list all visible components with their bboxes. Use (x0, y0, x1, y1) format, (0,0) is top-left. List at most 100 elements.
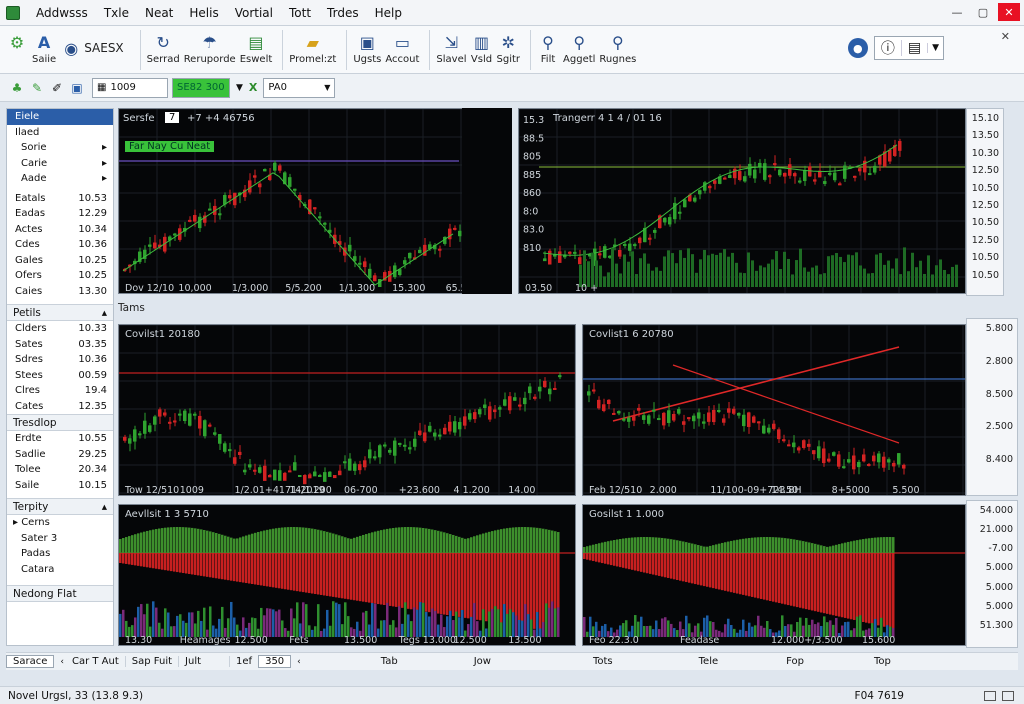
nav-item[interactable]: Carie ▸ (7, 156, 113, 172)
reruporde-button[interactable]: ☂ Reruporde (184, 26, 236, 66)
tab-10[interactable]: Tele (693, 656, 725, 667)
promelzt-button[interactable]: ▰ Promel:zt (289, 26, 336, 66)
candle-body (503, 399, 507, 406)
chevron-down-icon[interactable]: ▼ (927, 43, 943, 53)
box-icon[interactable] (984, 690, 996, 701)
section-footer[interactable]: Nedong Flat (7, 585, 113, 602)
histogram-bar (539, 553, 542, 630)
list-item[interactable]: Sater 3 (7, 531, 113, 547)
list-item[interactable]: Stees 00.59 (7, 368, 113, 384)
pencil-icon[interactable]: ✎ (28, 79, 46, 97)
list-item[interactable]: Actes 10.34 (7, 222, 113, 238)
list-item[interactable]: Padas (7, 546, 113, 562)
nav-item[interactable]: Sorie ▸ (7, 140, 113, 156)
menu-item-5[interactable]: Vortial (227, 6, 281, 20)
section-header[interactable]: Petils ▴ (7, 304, 113, 321)
list-item[interactable]: Eatals 10.53 (7, 191, 113, 207)
section-header[interactable]: Tresdlop (7, 414, 113, 431)
slavel-button[interactable]: ⇲ Slavel (436, 26, 466, 66)
list-item[interactable]: Clres 19.4 (7, 383, 113, 399)
tab-5[interactable]: 1ef (229, 656, 258, 667)
menu-item-4[interactable]: Helis (181, 6, 226, 20)
menu-item-7[interactable]: Trdes (319, 6, 367, 20)
help-circle-icon[interactable]: ● (847, 38, 868, 58)
list-item[interactable]: Catara (7, 562, 113, 578)
menu-item-file[interactable]: Addwsss (28, 6, 96, 20)
saesx-button[interactable]: ◉ SAESX (60, 26, 129, 58)
chart-1-box[interactable]: 7 (165, 112, 180, 123)
minimize-button[interactable]: — (946, 3, 968, 21)
rugnes-button[interactable]: ⚲ Rugnes (599, 26, 636, 66)
save-button[interactable]: A Saiie (32, 26, 56, 66)
close-button[interactable]: ✕ (998, 3, 1020, 21)
maximize-button[interactable]: ▢ (972, 3, 994, 21)
sgitr-button[interactable]: ✲ Sgitr (497, 26, 521, 66)
tab-2[interactable]: Car T Aut (66, 656, 125, 667)
chart-panel-4[interactable]: Feb 12/510 2.000 11/100-09+723.8H 14.50 8+50… (582, 324, 966, 496)
filt-button[interactable]: ⚲ Filt (537, 26, 559, 66)
tab-8[interactable]: Jow (468, 656, 497, 667)
tag-icon[interactable]: ✐ (48, 79, 66, 97)
tab-7[interactable]: Tab (375, 656, 404, 667)
tab-9[interactable]: Tots (587, 656, 619, 667)
list-item[interactable]: Gales 10.25 (7, 253, 113, 269)
nav-item[interactable]: Aade ▸ (7, 171, 113, 187)
menu-item-3[interactable]: Neat (137, 6, 181, 20)
ugsts-button[interactable]: ▣ Ugsts (353, 26, 381, 66)
list-item[interactable]: Sdres 10.36 (7, 352, 113, 368)
list-item[interactable]: Caies 13.30 (7, 284, 113, 300)
aggetl-button[interactable]: ⚲ Aggetl (563, 26, 595, 66)
list-item[interactable]: Cdes 10.36 (7, 237, 113, 253)
menu-item-6[interactable]: Tott (281, 6, 319, 20)
list-item[interactable]: Cates 12.35 (7, 399, 113, 415)
list-item[interactable]: Tolee 20.34 (7, 462, 113, 478)
price-combo[interactable]: SE82 300 (172, 77, 230, 98)
tab-1[interactable]: Sarace (6, 655, 55, 668)
list-item[interactable]: Clders 10.33 (7, 321, 113, 337)
candle-body (123, 436, 127, 441)
list-item[interactable]: Erdte 10.55 (7, 431, 113, 447)
accout-button[interactable]: ▭ Accout (385, 26, 419, 66)
list-item[interactable]: Ofers 10.25 (7, 268, 113, 284)
menu-item-2[interactable]: Txle (96, 6, 137, 20)
candle-body (813, 179, 817, 182)
chevron-left-icon[interactable]: ‹ (58, 657, 66, 667)
chart-panel-2[interactable]: 15.3 88.5 805 885 860 8:0 83.0 810 03.50 10 + Tra… (518, 108, 966, 294)
tab-4[interactable]: Jult (178, 656, 207, 667)
volume-bar (687, 248, 690, 287)
list-item[interactable]: Sadlie 29.25 (7, 447, 113, 463)
section-header[interactable]: Terpity ▴ (7, 498, 113, 515)
image-icon[interactable]: ▣ (68, 79, 86, 97)
list-item[interactable]: Saile 10.15 (7, 478, 113, 494)
close-pane-icon[interactable]: ✕ (1001, 30, 1010, 43)
symbol-combo[interactable]: ▦ 1009 (92, 77, 168, 98)
tab-12[interactable]: Top (868, 656, 897, 667)
nav-item-selected[interactable]: Eiele (7, 109, 113, 125)
chart-panel-1[interactable]: 15.80012.50013.85011.50010.85010.50010.8… (118, 108, 512, 294)
gear-button[interactable]: ⚙ (6, 26, 28, 54)
menu-item-help[interactable]: Help (367, 6, 410, 20)
list-item[interactable]: ▸ Cerns (7, 515, 113, 531)
chevron-left-icon[interactable]: ‹ (291, 657, 307, 667)
box-icon[interactable] (1002, 690, 1014, 701)
list-item[interactable]: Eadas 12.29 (7, 206, 113, 222)
chart-panel-3[interactable]: Tow 12/510 1009 1/2.01+4171-2019 14/1.200 06… (118, 324, 576, 496)
plant-icon[interactable]: ♣ (8, 79, 26, 97)
tab-6[interactable]: 350 (258, 655, 292, 668)
list-item[interactable]: Sates 03.35 (7, 337, 113, 353)
chart-panel-5[interactable]: 13.30 Heamages 12.500 Fets 13.500 Tegs 13.000… (118, 504, 576, 646)
tab-3[interactable]: Sap Fuit (124, 656, 178, 667)
serrad-button[interactable]: ↻ Serrad (147, 26, 180, 66)
nav-item[interactable]: Ilaed (7, 125, 113, 141)
vsld-button[interactable]: ▥ Vsld (471, 26, 493, 66)
x-label[interactable]: X (249, 81, 257, 94)
chart-panel-6[interactable]: Feo 22.3.0 Feadase 12.000+/3.500 15.600 Gos… (582, 504, 966, 646)
bookmark-icon[interactable]: ▤ (900, 40, 927, 56)
dropdown-arrow-icon[interactable]: ▼ (236, 83, 243, 93)
candle-body (263, 169, 267, 172)
histogram-bar (682, 541, 685, 553)
info-circle-icon[interactable]: ⓘ (875, 38, 901, 58)
eswelt-button[interactable]: ▤ Eswelt (240, 26, 273, 66)
tab-11[interactable]: Fop (780, 656, 810, 667)
pao-combo[interactable]: PA0 ▼ (263, 77, 336, 98)
